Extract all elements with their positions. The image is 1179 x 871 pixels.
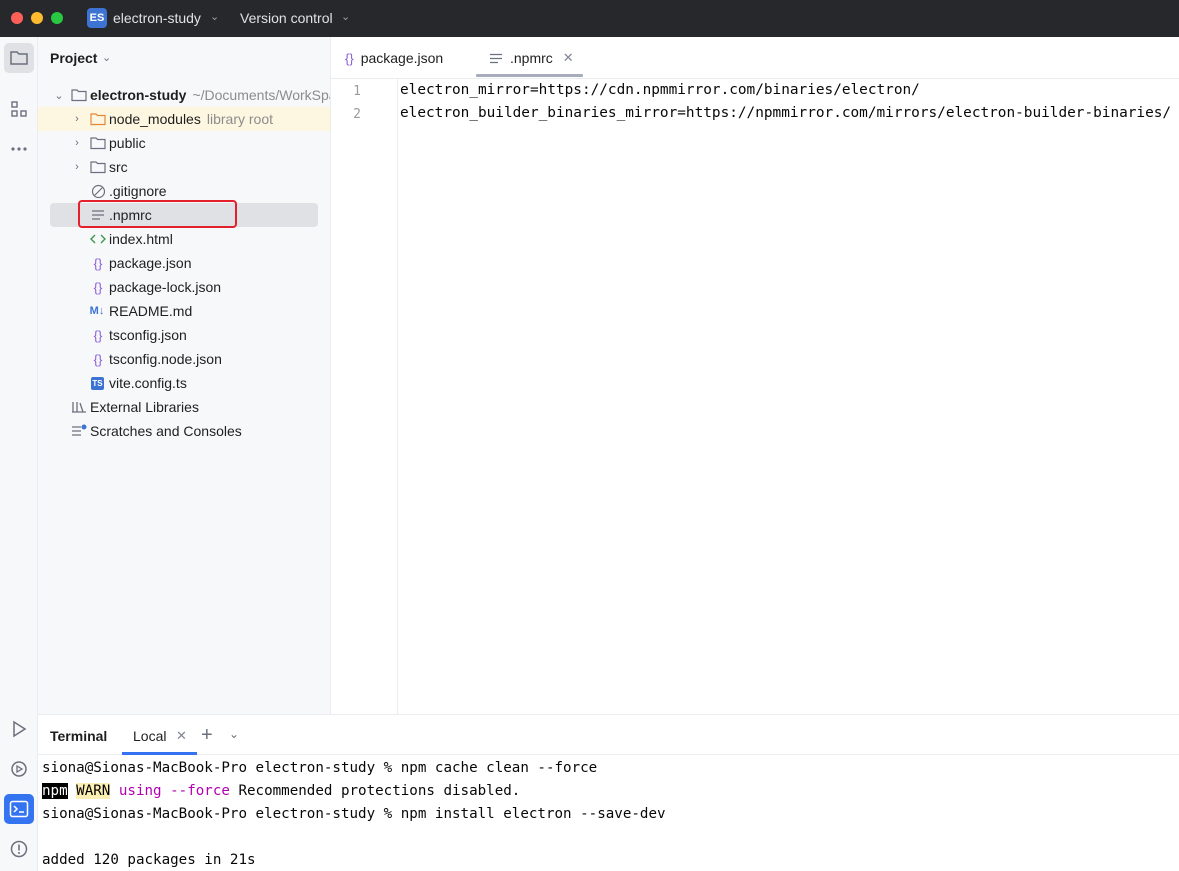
- tab-npmrc[interactable]: .npmrc ✕: [490, 37, 574, 79]
- root-label: electron-study: [90, 87, 187, 103]
- tree-item-src[interactable]: › src: [38, 155, 330, 179]
- terminal-header: Terminal Local ✕ + ⌄: [38, 715, 1179, 755]
- project-badge[interactable]: ES: [87, 8, 107, 28]
- title-bar: ES electron-study ⌄ Version control ⌄: [0, 0, 1179, 37]
- chevron-right-icon[interactable]: ›: [70, 137, 84, 149]
- terminal-line: siona@Sionas-MacBook-Pro electron-study …: [42, 760, 598, 776]
- active-tab-indicator: [476, 74, 583, 77]
- close-window-button[interactable]: [11, 12, 23, 24]
- close-icon[interactable]: ✕: [176, 728, 187, 744]
- tree-item-external-libraries[interactable]: External Libraries: [38, 395, 330, 419]
- tree-item-label: .gitignore: [109, 183, 167, 199]
- tree-item-tsconfig-json[interactable]: {} tsconfig.json: [38, 323, 330, 347]
- chevron-right-icon[interactable]: ›: [70, 113, 84, 125]
- tree-item-label: External Libraries: [90, 399, 199, 415]
- chevron-right-icon[interactable]: ›: [70, 161, 84, 173]
- problems-icon[interactable]: [4, 834, 34, 864]
- folder-icon: [90, 159, 106, 175]
- tree-item-public[interactable]: › public: [38, 131, 330, 155]
- json-icon: {}: [345, 50, 354, 66]
- markdown-icon: M↓: [89, 305, 105, 317]
- terminal-line: siona@Sionas-MacBook-Pro electron-study …: [42, 806, 666, 822]
- tree-item-label: package-lock.json: [109, 279, 222, 295]
- editor-area: {} package.json .npmrc ✕ 1 2 electron_mi…: [331, 37, 1179, 714]
- terminal-line: added 120 packages in 21s: [42, 852, 256, 868]
- json-icon: {}: [93, 255, 103, 271]
- terminal-title: Terminal: [50, 728, 108, 744]
- minimize-window-button[interactable]: [31, 12, 43, 24]
- terminal-panel: Terminal Local ✕ + ⌄ siona@Sionas-MacBoo…: [38, 714, 1179, 871]
- code-line[interactable]: electron_mirror=https://cdn.npmmirror.co…: [400, 82, 920, 98]
- library-icon: [71, 399, 87, 415]
- tree-item-index-html[interactable]: index.html: [38, 227, 330, 251]
- chevron-down-icon[interactable]: ⌄: [229, 727, 239, 741]
- tree-item-label: tsconfig.json: [109, 327, 187, 343]
- tab-package-json[interactable]: {} package.json: [345, 37, 443, 79]
- new-tab-plus-icon[interactable]: +: [201, 724, 213, 747]
- maximize-window-button[interactable]: [51, 12, 63, 24]
- structure-tool-icon[interactable]: [4, 94, 34, 124]
- tree-root[interactable]: ⌄ electron-study ~/Documents/WorkSpa: [38, 83, 331, 107]
- terminal-line: npm WARN using --force Recommended prote…: [42, 783, 520, 799]
- npm-label: npm: [42, 783, 68, 799]
- tree-item-label: package.json: [109, 255, 192, 271]
- tree-item-scratches[interactable]: Scratches and Consoles: [38, 419, 330, 443]
- project-name[interactable]: electron-study: [113, 10, 201, 26]
- terminal-tool-icon[interactable]: [4, 794, 34, 824]
- ignore-icon: [90, 183, 106, 199]
- editor-tabs: {} package.json .npmrc ✕: [331, 37, 1179, 79]
- tab-label: .npmrc: [510, 50, 553, 66]
- scratches-icon: [71, 423, 87, 439]
- tree-item-package-lock-json[interactable]: {} package-lock.json: [38, 275, 330, 299]
- library-root-hint: library root: [206, 111, 273, 127]
- active-tab-indicator: [122, 752, 197, 755]
- chevron-down-icon[interactable]: ⌄: [52, 89, 66, 102]
- tree-item-label: index.html: [109, 231, 173, 247]
- tree-item-label: src: [109, 159, 128, 175]
- tool-window-strip: [0, 37, 38, 871]
- version-control-menu[interactable]: Version control: [240, 10, 333, 26]
- project-panel: Project ⌄ ⌄ electron-study ~/Documents/Wo…: [38, 37, 331, 714]
- tree-item-tsconfig-node-json[interactable]: {} tsconfig.node.json: [38, 347, 330, 371]
- warning-text: Recommended protections disabled.: [229, 783, 521, 799]
- code-line[interactable]: electron_builder_binaries_mirror=https:/…: [400, 105, 1171, 121]
- folder-orange-icon: [90, 111, 106, 127]
- tree-item-package-json[interactable]: {} package.json: [38, 251, 330, 275]
- tab-label: package.json: [360, 50, 444, 66]
- json-icon: {}: [93, 327, 103, 343]
- warn-label: WARN: [76, 783, 111, 799]
- line-number: 1: [353, 84, 361, 99]
- tree-item-label: tsconfig.node.json: [109, 351, 222, 367]
- chevron-down-icon[interactable]: ⌄: [341, 10, 350, 23]
- force-flag-text: using --force: [118, 783, 230, 799]
- line-number: 2: [353, 107, 361, 122]
- typescript-icon: TS: [91, 376, 104, 390]
- html-icon: [90, 231, 106, 247]
- services-icon[interactable]: [4, 754, 34, 784]
- tree-item-label: Scratches and Consoles: [90, 423, 242, 439]
- chevron-down-icon[interactable]: ⌄: [210, 10, 219, 23]
- json-icon: {}: [93, 351, 103, 367]
- folder-icon: [71, 87, 87, 103]
- tree-item-label: public: [109, 135, 146, 151]
- tree-item-label: node_modules: [109, 111, 201, 127]
- tree-item-node-modules[interactable]: › node_modules library root: [38, 107, 330, 131]
- text-file-icon: [490, 53, 503, 64]
- project-panel-title[interactable]: Project: [50, 50, 97, 66]
- folder-icon: [90, 135, 106, 151]
- json-icon: {}: [93, 279, 103, 295]
- tree-item-label: README.md: [109, 303, 193, 319]
- tab-local[interactable]: Local: [133, 728, 166, 744]
- tree-item-vite-config[interactable]: TS vite.config.ts: [38, 371, 330, 395]
- close-icon[interactable]: ✕: [563, 50, 574, 66]
- project-tool-icon[interactable]: [4, 43, 34, 73]
- more-tools-icon[interactable]: [4, 134, 34, 164]
- tree-item-label: vite.config.ts: [109, 375, 187, 391]
- tree-item-readme[interactable]: M↓ README.md: [38, 299, 330, 323]
- annotation-highlight-box: [78, 200, 237, 228]
- chevron-down-icon[interactable]: ⌄: [102, 51, 111, 64]
- run-icon[interactable]: [4, 714, 34, 744]
- root-path-hint: ~/Documents/WorkSpa: [192, 87, 331, 103]
- line-number-gutter: 1 2: [331, 79, 398, 714]
